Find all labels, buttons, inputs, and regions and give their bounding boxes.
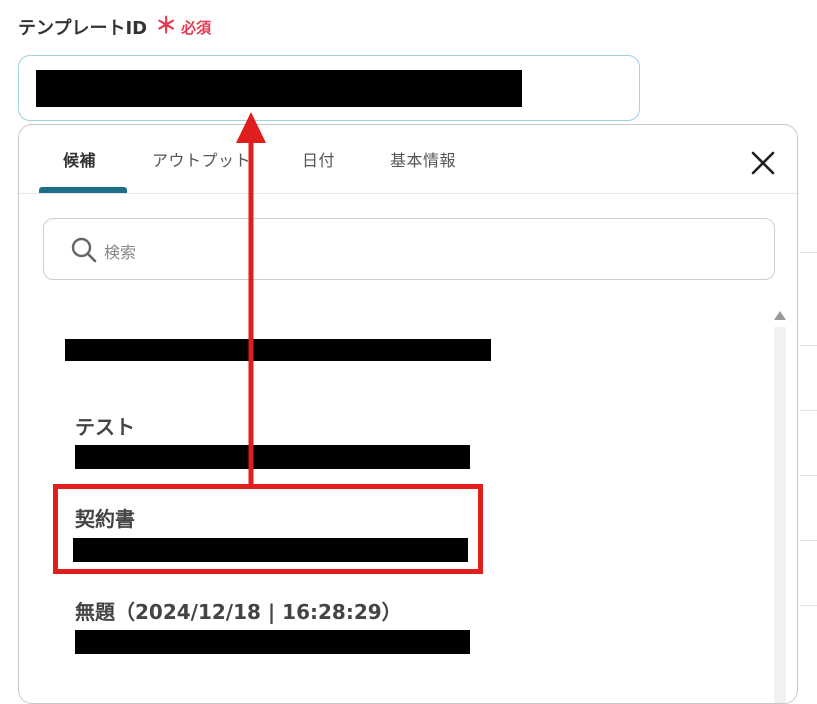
variable-picker-popover: 候補 アウトプット 日付 基本情報 検索 テスト 契約書 無題（2024/12/…	[18, 124, 798, 704]
redacted-item-id	[75, 445, 470, 469]
search-field[interactable]: 検索	[43, 218, 775, 280]
field-label-text: テンプレートID	[18, 18, 148, 39]
list-item[interactable]: テスト	[19, 405, 759, 475]
close-icon	[751, 151, 775, 175]
template-id-input[interactable]	[18, 55, 640, 121]
search-placeholder: 検索	[104, 243, 137, 262]
scroll-thumb[interactable]	[774, 327, 786, 703]
item-title: テスト	[75, 415, 135, 439]
background-divider	[800, 605, 817, 606]
background-divider	[800, 252, 817, 253]
background-divider	[800, 410, 817, 411]
background-divider	[800, 540, 817, 541]
close-button[interactable]	[749, 149, 777, 177]
template-id-label: テンプレートID ＊ 必須	[18, 14, 211, 40]
active-tab-indicator	[39, 187, 127, 193]
required-text: 必須	[181, 18, 212, 37]
list-item[interactable]	[19, 325, 759, 375]
required-mark: ＊	[155, 14, 178, 39]
redacted-item	[65, 339, 491, 361]
tab-candidates[interactable]: 候補	[63, 147, 96, 171]
tab-bar: 候補 アウトプット 日付 基本情報	[19, 125, 797, 194]
annotation-highlight-box	[53, 484, 483, 574]
tab-output[interactable]: アウトプット	[152, 147, 251, 171]
scroll-up-arrow[interactable]	[774, 311, 786, 320]
list-item[interactable]: 無題（2024/12/18 | 16:28:29）	[19, 592, 759, 662]
redacted-value	[36, 70, 522, 107]
search-icon	[71, 237, 97, 263]
scrollbar[interactable]	[774, 305, 786, 703]
tab-date[interactable]: 日付	[302, 147, 335, 171]
tab-basic-info[interactable]: 基本情報	[390, 147, 456, 171]
background-divider	[800, 475, 817, 476]
redacted-item-id	[75, 630, 470, 654]
background-divider	[800, 345, 817, 346]
item-title: 無題（2024/12/18 | 16:28:29）	[75, 600, 402, 624]
